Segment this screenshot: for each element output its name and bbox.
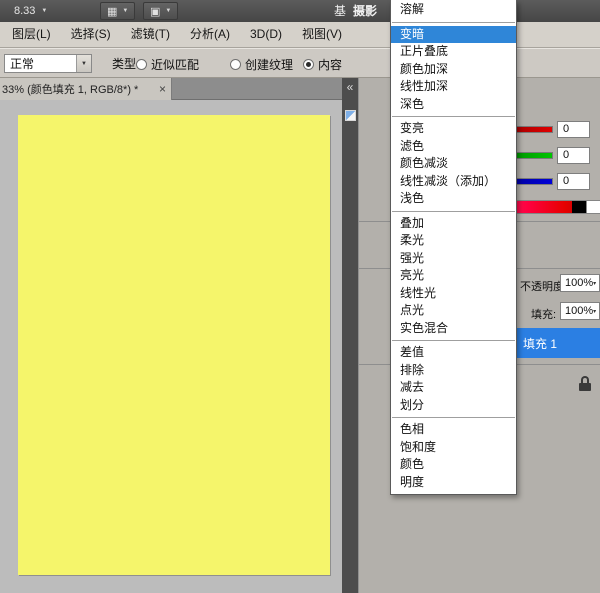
close-icon[interactable]: × <box>159 83 166 95</box>
view-extras-button[interactable]: ▦ ▼ <box>100 2 135 20</box>
menu-select[interactable]: 选择(S) <box>61 22 121 47</box>
chevron-down-icon: ▼ <box>122 8 128 14</box>
green-value-input[interactable]: 0 <box>557 147 590 164</box>
red-value-input[interactable]: 0 <box>557 121 590 138</box>
blend-mode-select[interactable]: 正常 ▼ <box>4 54 92 73</box>
menu-item-hue[interactable]: 色相 <box>391 421 516 439</box>
menu-item-vivid-light[interactable]: 亮光 <box>391 267 516 285</box>
black-swatch[interactable] <box>572 201 586 213</box>
lock-shackle <box>581 376 589 383</box>
radio-label: 内容 <box>318 56 342 73</box>
workspace-tab-basic[interactable]: 基 <box>334 0 346 22</box>
radio-content-aware[interactable]: 内容 <box>303 49 342 79</box>
lock-body <box>579 383 591 391</box>
lock-icon[interactable] <box>579 376 591 391</box>
menu-item-soft-light[interactable]: 柔光 <box>391 232 516 250</box>
dock-strip: « <box>342 78 358 593</box>
menu-item-luminosity[interactable]: 明度 <box>391 474 516 492</box>
opacity-value: 100% <box>565 277 593 289</box>
menu-item-lighten[interactable]: 变亮 <box>391 120 516 138</box>
fill-label: 填充: <box>531 306 556 322</box>
menu-item-difference[interactable]: 差值 <box>391 344 516 362</box>
zoom-control[interactable]: 8.33 ▼ <box>14 0 47 22</box>
white-swatch[interactable] <box>586 201 600 213</box>
menu-item-lighter-color[interactable]: 浅色 <box>391 190 516 208</box>
photoshop-window: 8.33 ▼ ▦ ▼ ▣ ▼ 基 摄影 图层(L) 选择(S) 滤镜(T) 分析… <box>0 0 600 593</box>
document-tab[interactable]: 33% (颜色填充 1, RGB/8*) * × <box>0 78 172 100</box>
menu-item-pin-light[interactable]: 点光 <box>391 302 516 320</box>
menu-analysis[interactable]: 分析(A) <box>180 22 240 47</box>
menu-item-multiply[interactable]: 正片叠底 <box>391 43 516 61</box>
chevron-down-icon: ▼ <box>81 61 87 67</box>
menu-item-overlay[interactable]: 叠加 <box>391 215 516 233</box>
menu-filter[interactable]: 滤镜(T) <box>121 22 180 47</box>
blue-value-input[interactable]: 0 <box>557 173 590 190</box>
radio-icon <box>136 59 147 70</box>
menu-layer[interactable]: 图层(L) <box>2 22 61 47</box>
menu-item-screen[interactable]: 滤色 <box>391 138 516 156</box>
chevron-down-icon: ▼ <box>165 8 171 14</box>
screen-mode-button[interactable]: ▣ ▼ <box>143 2 178 20</box>
radio-proximity-match[interactable]: 近似匹配 <box>136 49 199 79</box>
menu-item-color-burn[interactable]: 颜色加深 <box>391 61 516 79</box>
opacity-input[interactable]: 100% ▾ <box>560 274 600 292</box>
menu-separator <box>392 211 515 212</box>
collapsed-panel-icon[interactable] <box>345 110 356 121</box>
menu-item-dissolve[interactable]: 溶解 <box>391 1 516 19</box>
menu-item-darker-color[interactable]: 深色 <box>391 96 516 114</box>
fill-value: 100% <box>565 305 593 317</box>
menu-item-linear-dodge[interactable]: 线性减淡（添加） <box>391 173 516 191</box>
menu-item-color-dodge[interactable]: 颜色减淡 <box>391 155 516 173</box>
chevron-down-icon: ▾ <box>593 280 599 287</box>
menu-view[interactable]: 视图(V) <box>292 22 352 47</box>
blend-mode-current-value: 正常 <box>5 55 76 72</box>
document-title: 33% (颜色填充 1, RGB/8*) * <box>2 81 156 97</box>
pasteboard <box>0 100 342 593</box>
workspace-tab-photography[interactable]: 摄影 <box>353 0 377 22</box>
combo-arrow-button[interactable]: ▼ <box>76 55 91 72</box>
zoom-value: 8.33 <box>14 5 35 17</box>
menu-item-subtract[interactable]: 减去 <box>391 379 516 397</box>
blend-mode-menu: 溶解 变暗 正片叠底 颜色加深 线性加深 深色 变亮 滤色 颜色减淡 线性减淡（… <box>390 0 517 495</box>
menu-item-linear-burn[interactable]: 线性加深 <box>391 78 516 96</box>
menu-item-hard-mix[interactable]: 实色混合 <box>391 320 516 338</box>
chevron-down-icon: ▾ <box>593 308 599 315</box>
menu-item-saturation[interactable]: 饱和度 <box>391 439 516 457</box>
radio-label: 近似匹配 <box>151 56 199 73</box>
canvas[interactable] <box>18 115 330 575</box>
fill-input[interactable]: 100% ▾ <box>560 302 600 320</box>
radio-create-texture[interactable]: 创建纹理 <box>230 49 293 79</box>
menu-separator <box>392 340 515 341</box>
document-tab-bar: 33% (颜色填充 1, RGB/8*) * × <box>0 78 342 100</box>
menu-item-linear-light[interactable]: 线性光 <box>391 285 516 303</box>
chevron-down-icon: ▼ <box>41 8 47 14</box>
menu-separator <box>392 417 515 418</box>
collapse-panels-button[interactable]: « <box>342 78 358 98</box>
menu-item-color[interactable]: 颜色 <box>391 456 516 474</box>
layer-name: 填充 1 <box>523 335 557 352</box>
menu-item-hard-light[interactable]: 强光 <box>391 250 516 268</box>
radio-icon <box>230 59 241 70</box>
grid-icon: ▦ <box>107 5 117 18</box>
radio-icon <box>303 59 314 70</box>
screen-mode-icon: ▣ <box>150 5 160 18</box>
radio-label: 创建纹理 <box>245 56 293 73</box>
menu-3d[interactable]: 3D(D) <box>240 22 292 47</box>
menu-item-divide[interactable]: 划分 <box>391 397 516 415</box>
menu-separator <box>392 116 515 117</box>
menu-separator <box>392 22 515 23</box>
menu-item-darken[interactable]: 变暗 <box>391 26 516 44</box>
menu-item-exclusion[interactable]: 排除 <box>391 362 516 380</box>
